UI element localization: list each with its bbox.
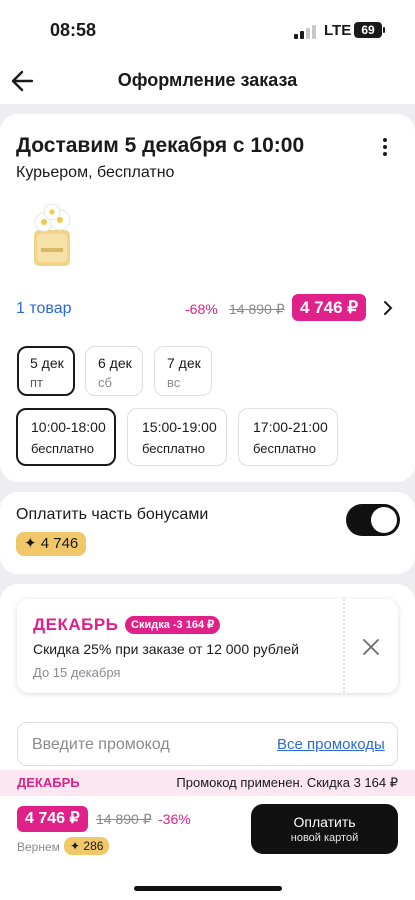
coupon-discount-badge: Скидка -3 164 ₽ (125, 616, 221, 634)
promo-field: Все промокоды (17, 722, 398, 766)
applied-promo-text: Промокод применен. Скидка 3 164 ₽ (176, 775, 398, 790)
promo-applied-bar: ДЕКАБРЬ Промокод применен. Скидка 3 164 … (0, 770, 415, 796)
day-weekday: вс (167, 375, 181, 390)
day-date: 5 дек (30, 355, 64, 371)
slot-cost: бесплатно (253, 441, 316, 456)
bonus-title: Оплатить часть бонусами (16, 506, 209, 523)
applied-promo-code: ДЕКАБРЬ (17, 775, 80, 790)
coupon-expiry: До 15 декабря (33, 665, 121, 680)
product-image[interactable] (22, 200, 82, 270)
status-time: 08:58 (50, 20, 97, 40)
coupon-divider (343, 599, 345, 693)
coupon-name: ДЕКАБРЬ (33, 615, 119, 634)
slot-time: 10:00-18:00 (31, 419, 106, 435)
time-slot-2[interactable]: 15:00-19:00 бесплатно (127, 408, 227, 466)
status-bar: 08:58 LTE 69 (0, 0, 415, 60)
slot-cost: бесплатно (142, 441, 205, 456)
page-title: Оформление заказа (117, 70, 298, 90)
total-price: 4 746 ₽ (17, 806, 88, 832)
discount-percent: -68% (185, 301, 218, 317)
slot-time: 17:00-21:00 (253, 419, 328, 435)
day-weekday: сб (98, 375, 112, 390)
chevron-right-icon[interactable] (382, 300, 394, 316)
delivery-method: Курьером, бесплатно (16, 164, 175, 181)
more-vertical-icon[interactable] (375, 136, 395, 160)
home-indicator (134, 886, 282, 891)
bonus-card: Оплатить часть бонусами ✦ 4 746 (0, 492, 415, 574)
slot-time: 15:00-19:00 (142, 419, 217, 435)
coupon-description: Скидка 25% при заказе от 12 000 рублей (33, 641, 299, 657)
old-price: 14 890 ₽ (229, 301, 285, 317)
delivery-title: Доставим 5 декабря с 10:00 (16, 134, 305, 157)
bonus-amount: ✦ 4 746 (16, 532, 87, 556)
promo-card: ДЕКАБРЬ Скидка -3 164 ₽ Скидка 25% при з… (0, 584, 415, 784)
bonus-toggle[interactable] (346, 504, 400, 536)
battery-tip (383, 27, 385, 33)
price-badge: 4 746 ₽ (292, 294, 367, 321)
pay-button[interactable]: Оплатить новой картой (251, 804, 398, 854)
checkout-footer: 4 746 ₽ 14 890 ₽ -36% Вернем ✦ 286 Оплат… (0, 796, 415, 900)
items-count-link[interactable]: 1 товар (16, 300, 72, 318)
total-old-price: 14 890 ₽ (96, 811, 152, 827)
promo-input[interactable] (32, 733, 262, 757)
total-discount: -36% (158, 811, 191, 827)
time-slot-3[interactable]: 17:00-21:00 бесплатно (238, 408, 338, 466)
pay-sublabel: новой картой (290, 832, 359, 844)
all-promos-link[interactable]: Все промокоды (277, 736, 385, 753)
slot-cost: бесплатно (31, 441, 94, 456)
day-option-2[interactable]: 6 дек сб (85, 346, 143, 396)
applied-coupon: ДЕКАБРЬ Скидка -3 164 ₽ Скидка 25% при з… (17, 599, 398, 693)
network-label: LTE (324, 22, 352, 39)
cashback-label: Вернем (17, 840, 60, 854)
time-slot-1[interactable]: 10:00-18:00 бесплатно (16, 408, 116, 466)
day-weekday: пт (30, 375, 43, 390)
battery-icon: 69 (354, 22, 382, 38)
page-header: Оформление заказа (0, 60, 415, 104)
day-date: 6 дек (98, 355, 132, 371)
day-date: 7 дек (167, 355, 201, 371)
signal-icon (294, 25, 318, 39)
delivery-card: Доставим 5 декабря с 10:00 Курьером, бес… (0, 114, 415, 482)
close-icon[interactable] (362, 638, 380, 656)
day-option-1[interactable]: 5 дек пт (17, 346, 75, 396)
day-option-3[interactable]: 7 дек вс (154, 346, 212, 396)
pay-label: Оплатить (293, 814, 356, 830)
cashback-amount: ✦ 286 (64, 837, 110, 855)
